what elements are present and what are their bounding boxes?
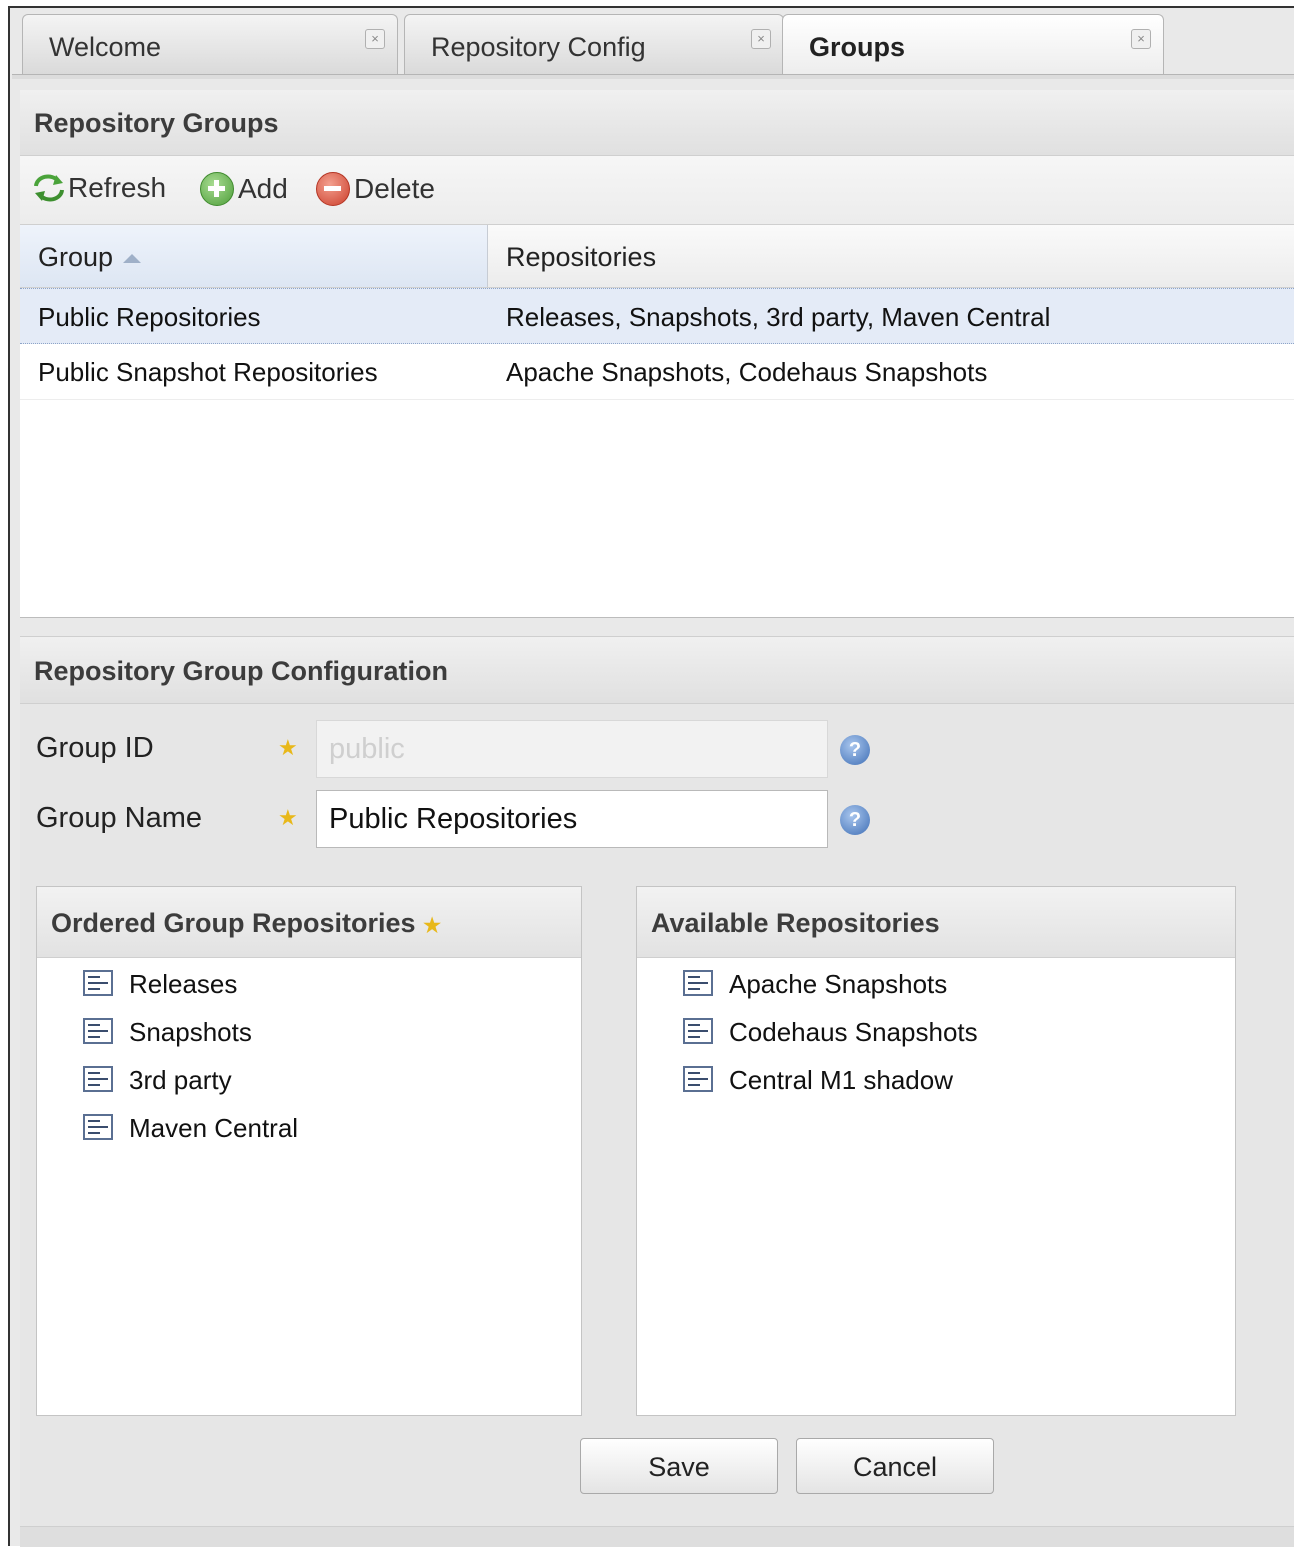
repository-icon: [83, 970, 113, 996]
repository-icon: [83, 1114, 113, 1140]
repository-icon: [683, 1018, 713, 1044]
list-item-label: 3rd party: [129, 1065, 232, 1095]
list-item[interactable]: Apache Snapshots: [637, 960, 1235, 1008]
cell-repositories: Apache Snapshots, Codehaus Snapshots: [506, 357, 988, 387]
toolbar: Refresh Add Delete: [20, 156, 1294, 224]
tab-welcome[interactable]: Welcome ×: [22, 14, 398, 74]
panel-title: Repository Groups: [20, 90, 1294, 156]
column-label: Repositories: [506, 242, 657, 272]
group-name-field[interactable]: [316, 790, 828, 848]
group-name-label: Group Name: [36, 802, 203, 834]
list-item[interactable]: Maven Central: [37, 1104, 581, 1152]
list-item[interactable]: Central M1 shadow: [637, 1056, 1235, 1104]
sort-ascending-icon: [123, 254, 142, 264]
column-label: Group: [38, 242, 114, 272]
list-item[interactable]: 3rd party: [37, 1056, 581, 1104]
refresh-label: Refresh: [68, 172, 167, 203]
list-item-label: Codehaus Snapshots: [729, 1017, 978, 1047]
add-icon: [200, 172, 234, 206]
list-item[interactable]: Snapshots: [37, 1008, 581, 1056]
tab-strip-border: [12, 74, 1294, 79]
grid-header: Group Repositories: [20, 225, 1294, 288]
delete-icon: [316, 172, 350, 206]
cancel-button[interactable]: Cancel: [796, 1438, 994, 1494]
close-icon[interactable]: ×: [1131, 29, 1151, 49]
close-icon[interactable]: ×: [751, 29, 771, 49]
list-item-label: Releases: [129, 969, 238, 999]
list-title: Ordered Group Repositories: [51, 908, 416, 938]
delete-label: Delete: [354, 173, 435, 204]
required-star-icon: ★: [278, 735, 298, 760]
close-icon[interactable]: ×: [365, 29, 385, 49]
available-repositories-list[interactable]: Available Repositories Apache Snapshots …: [636, 886, 1236, 1416]
list-item-label: Central M1 shadow: [729, 1065, 953, 1095]
refresh-button[interactable]: Refresh: [32, 172, 166, 204]
delete-button[interactable]: Delete: [316, 172, 435, 206]
panel-footer: [20, 1526, 1294, 1547]
required-star-icon: ★: [278, 805, 298, 830]
tab-repository-config[interactable]: Repository Config ×: [404, 14, 784, 74]
table-row[interactable]: Public Snapshot Repositories Apache Snap…: [20, 344, 1294, 400]
refresh-icon: [32, 172, 64, 204]
required-star-icon: ★: [423, 915, 442, 937]
repository-icon: [83, 1066, 113, 1092]
panel-title: Repository Group Configuration: [20, 636, 1294, 704]
save-button[interactable]: Save: [580, 1438, 778, 1494]
list-item-label: Maven Central: [129, 1113, 299, 1143]
repository-icon: [683, 970, 713, 996]
tab-groups[interactable]: Groups ×: [782, 14, 1164, 78]
cell-repositories: Releases, Snapshots, 3rd party, Maven Ce…: [506, 302, 1051, 332]
tab-label: Groups: [809, 32, 906, 62]
column-header-repositories[interactable]: Repositories: [488, 225, 1294, 287]
ordered-repositories-list[interactable]: Ordered Group Repositories ★ Releases Sn…: [36, 886, 582, 1416]
add-button[interactable]: Add: [200, 172, 288, 206]
repository-icon: [683, 1066, 713, 1092]
help-icon[interactable]: ?: [840, 735, 870, 765]
column-header-group[interactable]: Group: [20, 225, 488, 287]
table-row[interactable]: Public Repositories Releases, Snapshots,…: [20, 288, 1294, 344]
list-title: Available Repositories: [651, 908, 940, 938]
tab-strip: Welcome × Repository Config × Groups ×: [12, 14, 1294, 78]
tab-label: Repository Config: [431, 32, 646, 62]
list-item[interactable]: Releases: [37, 960, 581, 1008]
group-id-field: [316, 720, 828, 778]
tab-label: Welcome: [49, 32, 162, 62]
list-item-label: Apache Snapshots: [729, 969, 948, 999]
cell-group: Public Snapshot Repositories: [38, 357, 378, 387]
list-item[interactable]: Codehaus Snapshots: [637, 1008, 1235, 1056]
list-header: Ordered Group Repositories ★: [37, 887, 581, 958]
cell-group: Public Repositories: [38, 302, 261, 332]
group-id-label: Group ID: [36, 732, 154, 764]
list-item-label: Snapshots: [129, 1017, 252, 1047]
help-icon[interactable]: ?: [840, 805, 870, 835]
groups-grid: Group Repositories Public Repositories R…: [20, 224, 1294, 618]
list-header: Available Repositories: [637, 887, 1235, 958]
add-label: Add: [238, 173, 288, 204]
repository-icon: [83, 1018, 113, 1044]
